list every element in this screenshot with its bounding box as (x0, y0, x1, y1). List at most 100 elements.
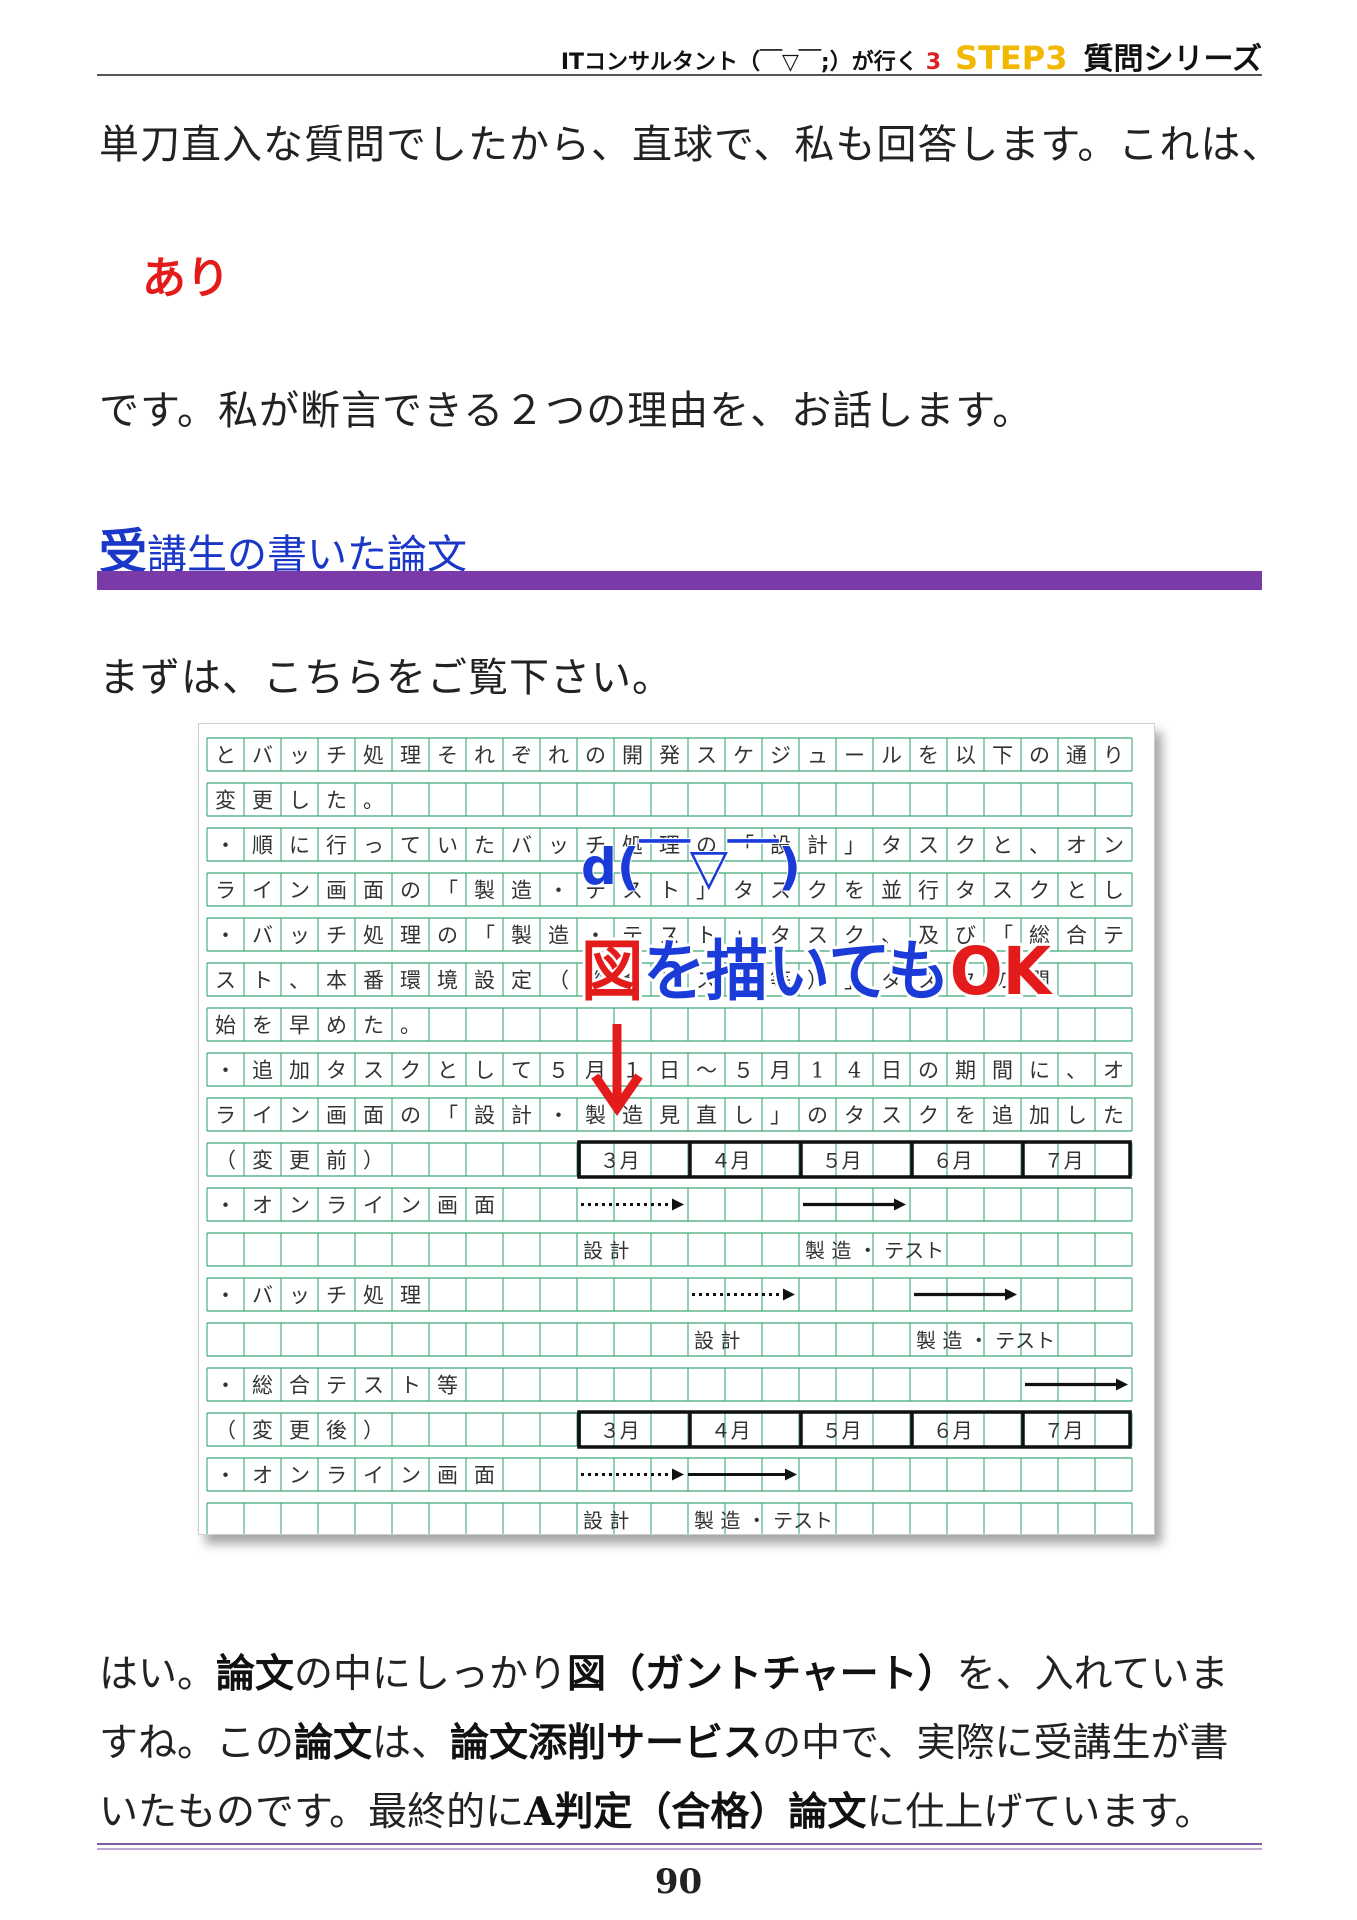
manuscript-char: ン (400, 1194, 421, 1218)
manuscript-char: ト (252, 969, 273, 993)
manuscript-char: 後 (326, 1419, 347, 1443)
manuscript-char: （ (215, 1149, 236, 1173)
manuscript-char: 処 (363, 744, 384, 768)
page-number: 90 (654, 1862, 703, 1902)
overlay-face: d(￣▽￣) (581, 838, 801, 896)
design-arrow-head (672, 1198, 684, 1211)
manuscript-char: ・ (215, 1059, 236, 1083)
manuscript-char: 製 (474, 879, 495, 903)
gantt-label: 製 造 ・ テスト (805, 1239, 944, 1263)
manuscript-char: チ (326, 744, 347, 768)
manuscript-char: ッ (289, 744, 310, 768)
manuscript-char: 早 (289, 1014, 310, 1038)
manuscript-char: ス (696, 744, 717, 768)
manuscript-char: に (1029, 1059, 1050, 1083)
manuscript-char: ン (400, 1464, 421, 1488)
manuscript-char: 「 (437, 1104, 458, 1128)
reason-paragraph: です。私が断言できる２つの理由を、お話します。 (99, 388, 1034, 434)
manuscript-char: 環 (400, 969, 421, 993)
manuscript-char: を (955, 1104, 976, 1128)
manuscript-char: 理 (400, 744, 421, 768)
manuscript-char: ラ (215, 1104, 236, 1128)
manuscript-char: 造 (622, 1104, 643, 1128)
gantt-label: 設 計 (694, 1329, 740, 1353)
manuscript-grid: とバッチ処理それぞれの開発スケジュールを以下の通り変更した。・順に行っていたバッ… (206, 737, 1133, 1534)
manuscript-char: と (1066, 879, 1087, 903)
emphasis-text: 図（ガントチャート） (567, 1651, 957, 1697)
body-text: に仕上げています。 (866, 1790, 1214, 1835)
header-step: STEP3 (955, 39, 1068, 77)
manuscript-char: 面 (474, 1464, 495, 1488)
manuscript-char: ） (363, 1149, 384, 1173)
manuscript-char: 、 (1066, 1059, 1087, 1083)
design-arrow-head (783, 1288, 795, 1301)
manuscript-char: ジ (770, 744, 791, 768)
manuscript-char: 以 (955, 744, 976, 768)
manuscript-char: 、 (1029, 834, 1050, 858)
month-label: ５月 (822, 1149, 862, 1173)
header-series: ITコンサルタント（￣▽￣;）が行く (560, 50, 918, 75)
closing-line: いたものです。最終的にA判定（合格）論文に仕上げています。 (99, 1778, 1229, 1847)
manuscript-char: ク (1029, 879, 1050, 903)
manuscript-char: 直 (696, 1104, 717, 1128)
manuscript-char: 」 (770, 1104, 791, 1128)
manuscript-char: ク (807, 879, 828, 903)
manuscript-char: ー (844, 744, 865, 768)
month-label: ４月 (711, 1419, 751, 1443)
manuscript-char: 下 (992, 744, 1013, 768)
build-test-arrow-head (1005, 1288, 1017, 1301)
manuscript-char: ラ (215, 879, 236, 903)
gantt-label: 製 造 ・ テスト (916, 1329, 1055, 1353)
month-label: ７月 (1044, 1419, 1084, 1443)
manuscript-char: 通 (1066, 744, 1087, 768)
manuscript-char: ～ (696, 1059, 717, 1083)
manuscript-char: 総 (252, 1374, 273, 1398)
manuscript-char: チ (326, 924, 347, 948)
footer-rule (97, 1843, 1262, 1845)
manuscript-char: オ (252, 1464, 273, 1488)
manuscript-char: 追 (992, 1104, 1013, 1128)
manuscript-char: 開 (622, 744, 643, 768)
overlay-caption: 図を描いてもOK (581, 933, 1054, 1010)
emphasis-text: 論文添削サービス (450, 1720, 763, 1766)
manuscript-char: の (807, 1104, 828, 1128)
manuscript-char: ッ (289, 1284, 310, 1308)
month-label: ７月 (1044, 1149, 1084, 1173)
manuscript-char: バ (511, 834, 532, 858)
manuscript-char: を (844, 879, 865, 903)
manuscript-char: 境 (437, 969, 458, 993)
manuscript-char: た (1103, 1104, 1124, 1128)
overlay-caption-char: を (643, 933, 705, 1010)
overlay-caption-char: O (950, 933, 1003, 1010)
manuscript-char: イ (363, 1464, 384, 1488)
answer-word: あり (142, 253, 230, 304)
manuscript-char: ５ (548, 1059, 569, 1083)
manuscript-char: の (918, 1059, 939, 1083)
manuscript-char: テ (326, 1374, 347, 1398)
manuscript-char: し (289, 789, 310, 813)
body-text: の中で、実際に受講生が書 (762, 1721, 1229, 1766)
manuscript-char: ・ (548, 879, 569, 903)
manuscript-char: 設 (474, 1104, 495, 1128)
manuscript-char: 前 (326, 1149, 347, 1173)
body-text: はい。 (99, 1652, 217, 1697)
lead-paragraph: まずは、こちらをご覧下さい。 (99, 655, 673, 701)
manuscript-char: オ (1066, 834, 1087, 858)
gantt-label: 設 計 (583, 1509, 629, 1533)
manuscript-char: 等 (437, 1374, 458, 1398)
gantt-label: 製 造 ・ テスト (694, 1509, 833, 1533)
manuscript-char: ・ (215, 1464, 236, 1488)
manuscript-char: タ (881, 834, 902, 858)
manuscript-char: ラ (326, 1194, 347, 1218)
manuscript-char: 合 (289, 1374, 310, 1398)
manuscript-char: ン (289, 1194, 310, 1218)
manuscript-char: 合 (1066, 924, 1087, 948)
manuscript-char: 処 (363, 1284, 384, 1308)
body-text: いたものです。最終的に (99, 1790, 525, 1835)
manuscript-char: タ (844, 1104, 865, 1128)
manuscript-char: 発 (659, 744, 680, 768)
manuscript-char: ・ (548, 1104, 569, 1128)
manuscript-char: ・ (215, 834, 236, 858)
manuscript-char: 画 (437, 1464, 458, 1488)
manuscript-char: 日 (659, 1059, 680, 1083)
